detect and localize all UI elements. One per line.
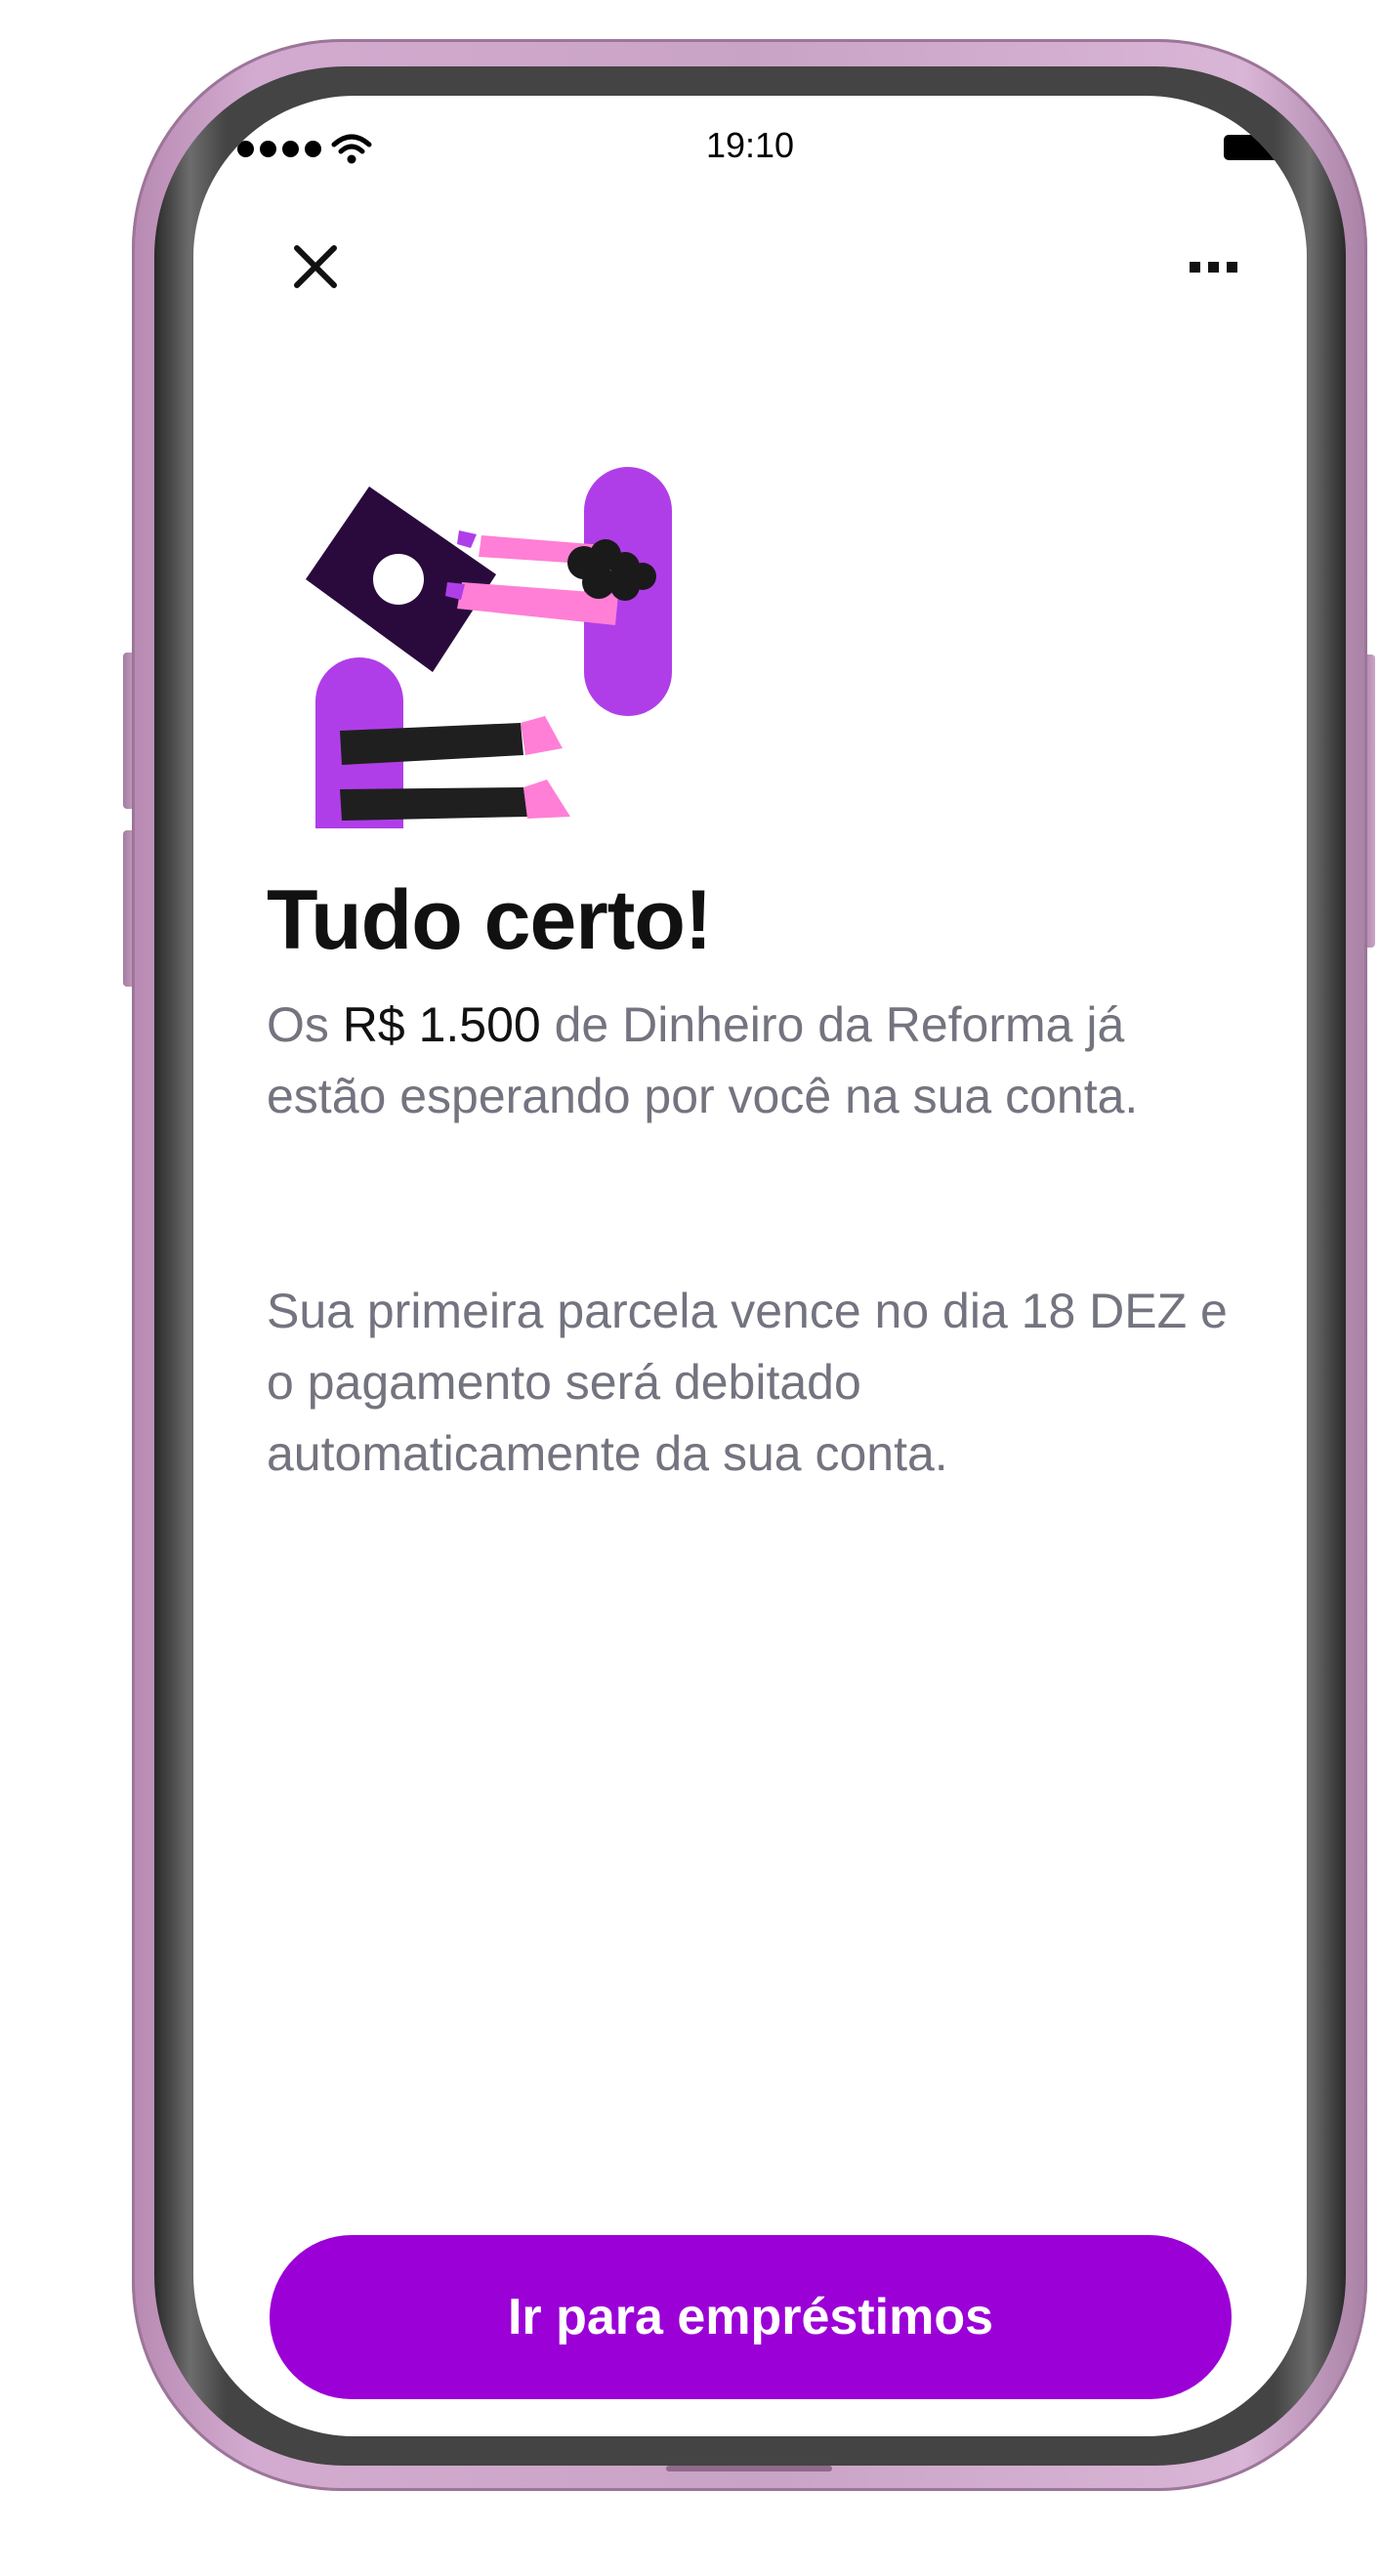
success-illustration [306,467,672,828]
close-button[interactable] [272,223,359,311]
confirmation-message: Os R$ 1.500 de Dinheiro da Reforma já es… [267,990,1243,1132]
message-prefix: Os [267,997,343,1052]
status-time: 19:10 [705,125,795,165]
device-mockup: 19:10 Tudo certo! Os R$ 1.500 de Dinheir… [0,0,1380,2576]
go-to-loans-button[interactable]: Ir para empréstimos [270,2235,1232,2399]
page-title: Tudo certo! [267,873,713,967]
close-icon [294,245,337,288]
more-options-button[interactable] [1170,242,1258,291]
loan-amount: R$ 1.500 [342,997,541,1052]
phone-bottom-port [666,2466,832,2471]
app-screen: 19:10 Tudo certo! Os R$ 1.500 de Dinheir… [193,96,1307,2436]
battery-icon [1224,135,1286,160]
installment-message: Sua primeira parcela vence no dia 18 DEZ… [267,1284,1228,1481]
status-bar: 19:10 [193,96,1307,203]
more-horizontal-icon [1190,262,1237,273]
